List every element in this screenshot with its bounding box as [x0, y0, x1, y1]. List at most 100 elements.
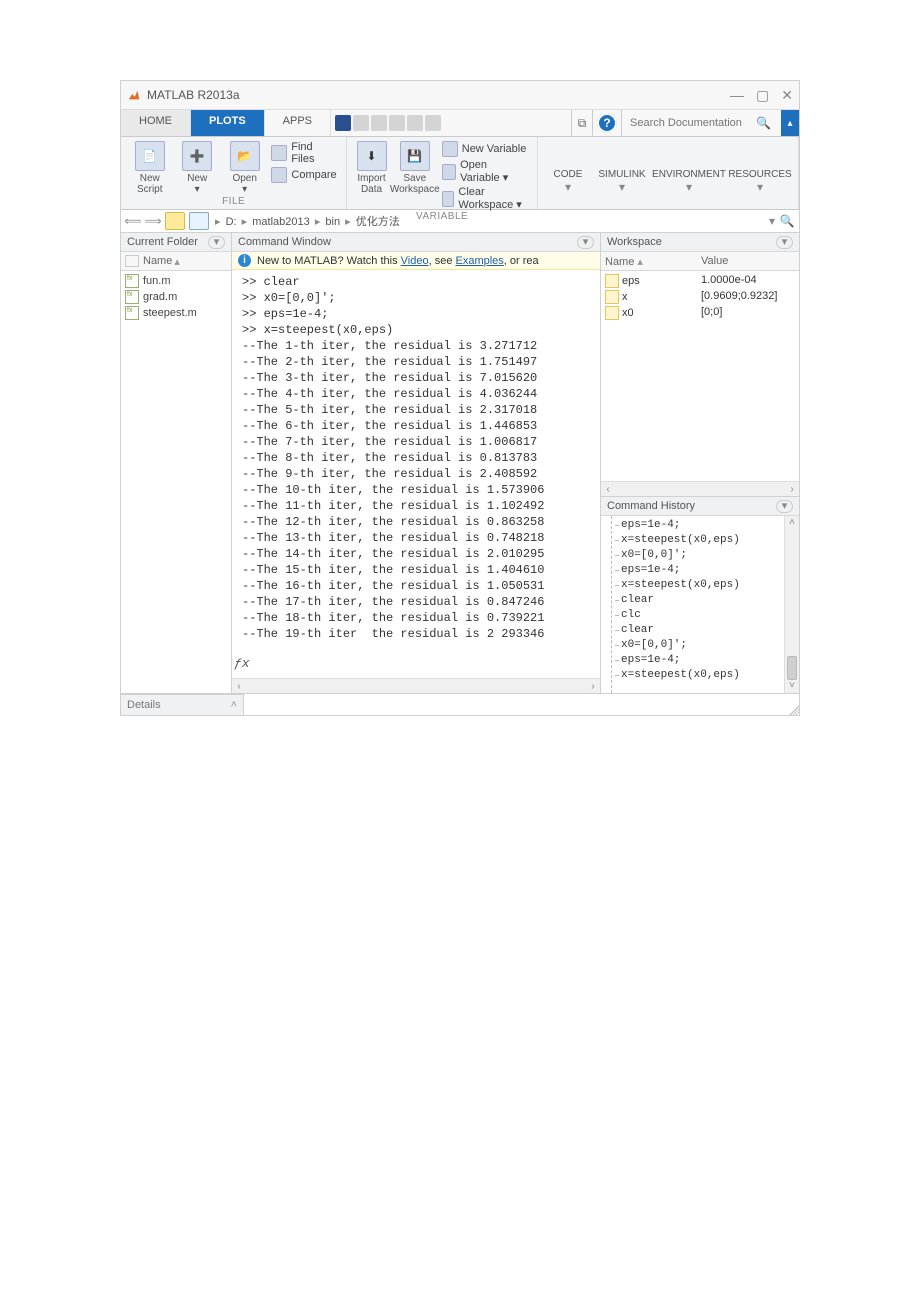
import-data-button[interactable]: ⬇ Import Data — [355, 141, 388, 195]
scroll-right-icon[interactable]: › — [785, 482, 799, 496]
toolstrip: 📄 New Script ➕ New▾ 📂 Open▾ Find Files — [121, 137, 799, 210]
ws-value-col[interactable]: Value — [701, 255, 728, 267]
command-window-hscroll[interactable]: ‹ › — [232, 678, 600, 693]
close-button[interactable]: ✕ — [781, 87, 793, 104]
workspace-var-row[interactable]: x0 [0;0] — [601, 305, 799, 321]
save-workspace-icon: 💾 — [400, 141, 430, 171]
details-panel-header[interactable]: Details ˄ — [121, 694, 244, 715]
video-link[interactable]: Video — [401, 255, 429, 267]
code-group[interactable]: CODE ▾ — [546, 141, 590, 194]
scroll-right-icon[interactable]: › — [586, 679, 600, 693]
command-history-menu[interactable]: ▾ — [776, 500, 793, 513]
open-folder-icon: 📂 — [230, 141, 260, 171]
info-icon: i — [238, 254, 251, 267]
clear-workspace-button[interactable]: Clear Workspace ▾ — [442, 186, 529, 211]
workspace-hscroll[interactable]: ‹ › — [601, 481, 799, 496]
environment-group[interactable]: ENVIRONMENT ▾ — [654, 141, 724, 194]
browse-folder-icon[interactable] — [189, 212, 209, 230]
matlab-logo-icon — [127, 88, 141, 102]
new-button[interactable]: ➕ New▾ — [176, 141, 217, 195]
window-title: MATLAB R2013a — [147, 88, 730, 102]
minimize-toolstrip-button[interactable]: ▴ — [781, 110, 799, 136]
workspace-menu[interactable]: ▾ — [776, 236, 793, 249]
history-item[interactable]: x=steepest(x0,eps) — [605, 578, 795, 593]
open-variable-icon — [442, 164, 456, 180]
mfile-icon — [125, 274, 139, 288]
search-documentation[interactable]: 🔍 — [621, 110, 781, 136]
workspace-var-row[interactable]: x [0.9609;0.9232] — [601, 289, 799, 305]
file-item[interactable]: steepest.m — [121, 305, 231, 321]
back-button[interactable]: ⟸ — [125, 213, 141, 229]
history-item[interactable]: x=steepest(x0,eps) — [605, 668, 795, 683]
maximize-button[interactable]: ▢ — [756, 87, 769, 104]
ws-name-col[interactable]: Name — [605, 256, 634, 268]
history-item[interactable]: clear — [605, 593, 795, 608]
qat-paste-icon[interactable] — [389, 115, 405, 131]
command-history-title: Command History — [607, 500, 695, 512]
qat-save-icon[interactable] — [335, 115, 351, 131]
main-panels: Current Folder ▾ Name ▴ fun.m grad.m — [121, 233, 799, 694]
command-history-body: ˄ ˅ eps=1e-4;x=steepest(x0,eps)x0=[0,0]'… — [601, 516, 799, 693]
qat-redo-icon[interactable] — [425, 115, 441, 131]
right-column: Workspace ▾ Name ▴ Value eps 1.0000e-04 … — [601, 233, 799, 693]
tab-apps[interactable]: APPS — [265, 110, 331, 136]
mfile-icon — [125, 306, 139, 320]
search-icon[interactable]: 🔍 — [756, 116, 771, 130]
open-button[interactable]: 📂 Open▾ — [224, 141, 265, 195]
toolstrip-tabs: HOME PLOTS APPS ⧉ ? 🔍 ▴ — [121, 110, 799, 137]
history-item[interactable]: x0=[0,0]'; — [605, 548, 795, 563]
history-item[interactable]: eps=1e-4; — [605, 653, 795, 668]
new-variable-button[interactable]: New Variable — [442, 141, 529, 157]
scroll-left-icon[interactable]: ‹ — [232, 679, 246, 693]
ribbon-group-variable: ⬇ Import Data 💾 Save Workspace New Varia… — [347, 137, 538, 209]
command-window-console[interactable]: >> clear >> x0=[0,0]'; >> eps=1e-4; >> x… — [232, 270, 600, 678]
workspace-var-row[interactable]: eps 1.0000e-04 — [601, 273, 799, 289]
tab-plots[interactable]: PLOTS — [191, 110, 265, 136]
history-item[interactable]: x0=[0,0]'; — [605, 638, 795, 653]
help-button[interactable]: ? — [597, 113, 617, 133]
forward-button[interactable]: ⟹ — [145, 213, 161, 229]
file-item[interactable]: grad.m — [121, 289, 231, 305]
qat-undo-icon[interactable] — [407, 115, 423, 131]
minimize-button[interactable]: — — [730, 87, 744, 104]
current-folder-menu[interactable]: ▾ — [208, 236, 225, 249]
search-input[interactable] — [628, 116, 752, 130]
name-column-header[interactable]: Name — [143, 255, 172, 267]
title-bar: MATLAB R2013a — ▢ ✕ — [121, 81, 799, 110]
path-dropdown[interactable]: ▾ — [769, 214, 775, 228]
current-folder-title: Current Folder — [127, 236, 198, 248]
simulink-group[interactable]: SIMULINK ▾ — [596, 141, 648, 194]
history-item[interactable]: clear — [605, 623, 795, 638]
command-window-menu[interactable]: ▾ — [577, 236, 594, 249]
compare-button[interactable]: Compare — [271, 167, 338, 183]
history-item[interactable]: x=steepest(x0,eps) — [605, 533, 795, 548]
chevron-up-icon: ˄ — [231, 699, 237, 711]
path-search-icon[interactable]: 🔍 — [779, 214, 795, 228]
history-item[interactable]: eps=1e-4; — [605, 518, 795, 533]
import-data-icon: ⬇ — [357, 141, 387, 171]
resize-grip[interactable] — [787, 703, 799, 715]
layout-out-icon[interactable]: ⧉ — [571, 110, 593, 136]
history-item[interactable]: clc — [605, 608, 795, 623]
open-variable-button[interactable]: Open Variable ▾ — [442, 159, 529, 184]
ribbon-group-rest: CODE ▾ SIMULINK ▾ ENVIRONMENT ▾ RESOURCE… — [538, 137, 799, 209]
compare-icon — [271, 167, 287, 183]
up-folder-icon[interactable] — [165, 212, 185, 230]
examples-link[interactable]: Examples — [456, 255, 504, 267]
scroll-left-icon[interactable]: ‹ — [601, 482, 615, 496]
resources-group[interactable]: RESOURCES ▾ — [730, 141, 790, 194]
new-script-button[interactable]: 📄 New Script — [129, 141, 170, 195]
new-to-matlab-banner: i New to MATLAB? Watch this Video, see E… — [232, 252, 600, 270]
fx-prompt-icon[interactable]: ƒx — [234, 656, 250, 672]
app-window: MATLAB R2013a — ▢ ✕ HOME PLOTS APPS ⧉ ? … — [120, 80, 800, 716]
ribbon-group-file: 📄 New Script ➕ New▾ 📂 Open▾ Find Files — [121, 137, 347, 209]
qat-cut-icon[interactable] — [353, 115, 369, 131]
history-item[interactable]: eps=1e-4; — [605, 563, 795, 578]
new-plus-icon: ➕ — [182, 141, 212, 171]
file-item[interactable]: fun.m — [121, 273, 231, 289]
tab-home[interactable]: HOME — [121, 110, 191, 136]
save-workspace-button[interactable]: 💾 Save Workspace — [394, 141, 436, 195]
clear-workspace-icon — [442, 191, 455, 207]
qat-copy-icon[interactable] — [371, 115, 387, 131]
find-files-button[interactable]: Find Files — [271, 141, 338, 165]
